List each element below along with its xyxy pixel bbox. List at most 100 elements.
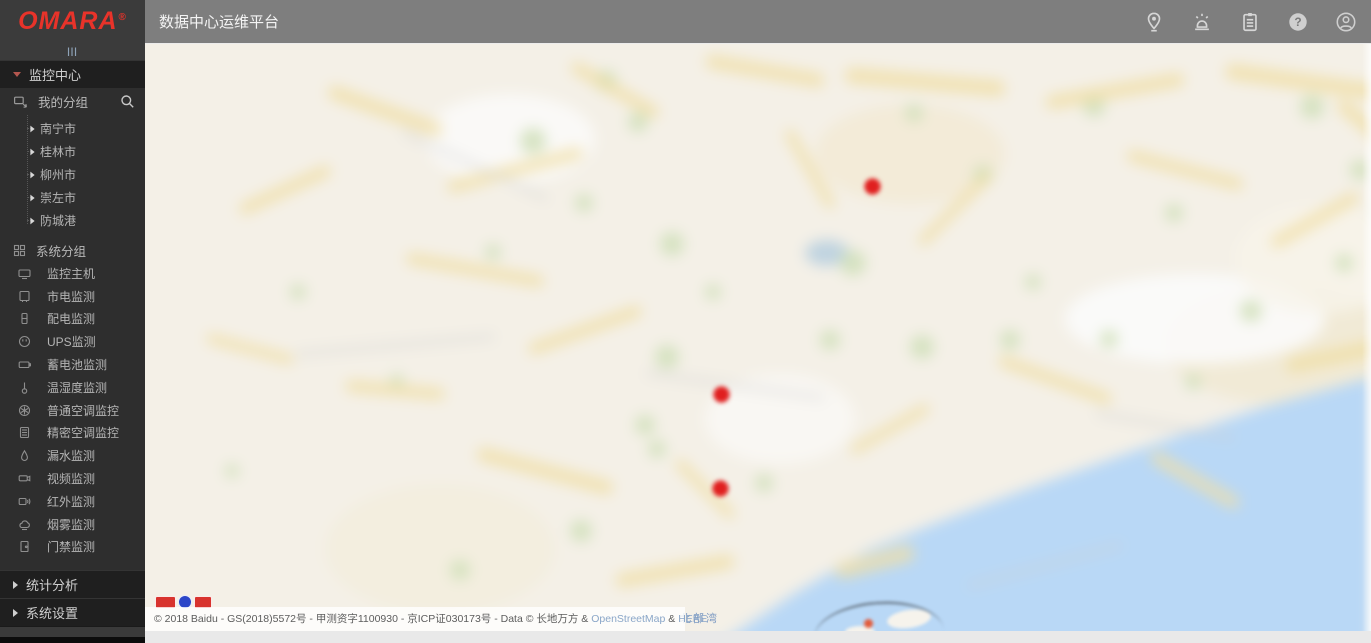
- svg-text:?: ?: [1294, 15, 1301, 29]
- chevron-right-icon: [30, 194, 34, 201]
- sidebar: ||| 监控中心 我的分组 南宁市 桂林市 柳州市 崇左市 防城港 系统分组 监…: [0, 43, 145, 643]
- thermometer-icon: [18, 381, 31, 394]
- my-group-label: 我的分组: [38, 92, 120, 111]
- coastal-poi-dot: [864, 619, 873, 628]
- distribution-icon: [18, 312, 31, 325]
- sidebar-item-video[interactable]: 视频监测: [0, 467, 145, 490]
- tree-item-nanning[interactable]: 南宁市: [0, 117, 145, 140]
- tree-item-guilin[interactable]: 桂林市: [0, 140, 145, 163]
- map-coast-details: [145, 44, 1371, 631]
- tree-item-label: 南宁市: [40, 120, 76, 137]
- chevron-down-icon: [13, 72, 21, 77]
- map-attribution: © 2018 Baidu - GS(2018)5572号 - 甲测资字11009…: [154, 611, 707, 626]
- map-canvas[interactable]: 北部湾 © 2018 Baidu - GS(2018)5572号 - 甲测资字1…: [145, 43, 1371, 631]
- item-label: 蓄电池监测: [47, 356, 107, 373]
- sidebar-item-water-leak[interactable]: 漏水监测: [0, 444, 145, 467]
- collapse-handle-glyph: |||: [67, 47, 78, 56]
- sidebar-item-system-group[interactable]: 系统分组: [0, 239, 145, 262]
- section-label: 统计分析: [26, 575, 78, 594]
- tree-item-label: 柳州市: [40, 166, 76, 183]
- sidebar-section-monitoring-center[interactable]: 监控中心: [0, 60, 145, 88]
- chevron-right-icon: [30, 171, 34, 178]
- power-meter-icon: [18, 290, 31, 303]
- header-toolbar: ?: [1143, 11, 1371, 33]
- item-label: 温湿度监测: [47, 379, 107, 396]
- system-group-label: 系统分组: [36, 241, 86, 260]
- sidebar-item-my-group[interactable]: 我的分组: [0, 88, 145, 115]
- sidebar-item-power-distribution[interactable]: 配电监测: [0, 308, 145, 331]
- item-label: 监控主机: [47, 265, 95, 282]
- sidebar-item-smoke[interactable]: 烟雾监测: [0, 513, 145, 536]
- sidebar-item-ordinary-ac[interactable]: 普通空调监控: [0, 399, 145, 422]
- section-label: 监控中心: [29, 65, 81, 84]
- sidebar-item-battery[interactable]: 蓄电池监测: [0, 353, 145, 376]
- log-icon[interactable]: [1239, 11, 1261, 33]
- tree-item-fangchenggang[interactable]: 防城港: [0, 209, 145, 232]
- attribution-separator: &: [665, 613, 678, 625]
- server-icon: [18, 267, 31, 280]
- chevron-right-icon: [13, 581, 18, 589]
- brand-logo: OMARA®: [0, 0, 145, 43]
- openstreetmap-link[interactable]: OpenStreetMap: [591, 613, 665, 625]
- system-list: 监控主机 市电监测 配电监测 UPS监测 蓄电池监测 温湿度监测 普通空调监控 …: [0, 262, 145, 558]
- registered-mark: ®: [119, 12, 127, 23]
- attribution-text: © 2018 Baidu - GS(2018)5572号 - 甲测资字11009…: [154, 613, 591, 625]
- sidebar-item-host-monitoring[interactable]: 监控主机: [0, 262, 145, 285]
- battery-icon: [18, 358, 31, 371]
- item-label: 精密空调监控: [47, 424, 119, 441]
- sidebar-item-mains-power[interactable]: 市电监测: [0, 285, 145, 308]
- sidebar-item-access-control[interactable]: 门禁监测: [0, 536, 145, 559]
- chevron-right-icon: [13, 609, 18, 617]
- infrared-icon: [18, 495, 31, 508]
- item-label: 配电监测: [47, 310, 95, 327]
- sidebar-item-temp-humidity[interactable]: 温湿度监测: [0, 376, 145, 399]
- alarm-marker[interactable]: [864, 178, 881, 195]
- here-link[interactable]: HERE: [678, 613, 707, 625]
- item-label: 烟雾监测: [47, 516, 95, 533]
- alarm-marker[interactable]: [713, 386, 730, 403]
- map-attribution-bar: © 2018 Baidu - GS(2018)5572号 - 甲测资字11009…: [145, 607, 685, 631]
- page-bottom-strip: [145, 630, 1371, 643]
- chevron-right-icon: [30, 148, 34, 155]
- location-icon[interactable]: [1143, 11, 1165, 33]
- app-header: OMARA® 数据中心运维平台 ?: [0, 0, 1371, 43]
- tree-item-label: 桂林市: [40, 143, 76, 160]
- item-label: 普通空调监控: [47, 402, 119, 419]
- alarm-marker[interactable]: [712, 480, 729, 497]
- sidebar-section-settings[interactable]: 系统设置: [0, 598, 145, 626]
- item-label: 红外监测: [47, 493, 95, 510]
- item-label: 漏水监测: [47, 447, 95, 464]
- item-label: 视频监测: [47, 470, 95, 487]
- section-label: 系统设置: [26, 603, 78, 622]
- water-drop-icon: [18, 449, 31, 462]
- alarm-icon[interactable]: [1191, 11, 1213, 33]
- map-edge-fade: [1362, 44, 1371, 631]
- sidebar-collapse-handle[interactable]: |||: [0, 43, 145, 60]
- my-group-icon: [13, 94, 28, 109]
- tree-item-chongzuo[interactable]: 崇左市: [0, 186, 145, 209]
- ups-icon: [18, 335, 31, 348]
- fan-icon: [18, 404, 31, 417]
- item-label: 市电监测: [47, 288, 95, 305]
- tree-item-label: 防城港: [40, 212, 76, 229]
- chevron-right-icon: [30, 217, 34, 224]
- grid-icon: [13, 244, 26, 257]
- brand-name: OMARA: [18, 7, 117, 35]
- chevron-right-icon: [30, 125, 34, 132]
- tree-item-label: 崇左市: [40, 189, 76, 206]
- sidebar-spacer: [0, 626, 145, 637]
- sidebar-section-statistics[interactable]: 统计分析: [0, 570, 145, 598]
- city-tree: 南宁市 桂林市 柳州市 崇左市 防城港: [0, 115, 145, 236]
- smoke-icon: [18, 518, 31, 531]
- sidebar-item-infrared[interactable]: 红外监测: [0, 490, 145, 513]
- tree-item-liuzhou[interactable]: 柳州市: [0, 163, 145, 186]
- camera-icon: [18, 472, 31, 485]
- sidebar-item-precision-ac[interactable]: 精密空调监控: [0, 422, 145, 445]
- user-icon[interactable]: [1335, 11, 1357, 33]
- sidebar-item-ups[interactable]: UPS监测: [0, 330, 145, 353]
- page-title: 数据中心运维平台: [145, 11, 1143, 32]
- item-label: 门禁监测: [47, 538, 95, 555]
- help-icon[interactable]: ?: [1287, 11, 1309, 33]
- search-icon[interactable]: [120, 94, 135, 109]
- ac-cabinet-icon: [18, 426, 31, 439]
